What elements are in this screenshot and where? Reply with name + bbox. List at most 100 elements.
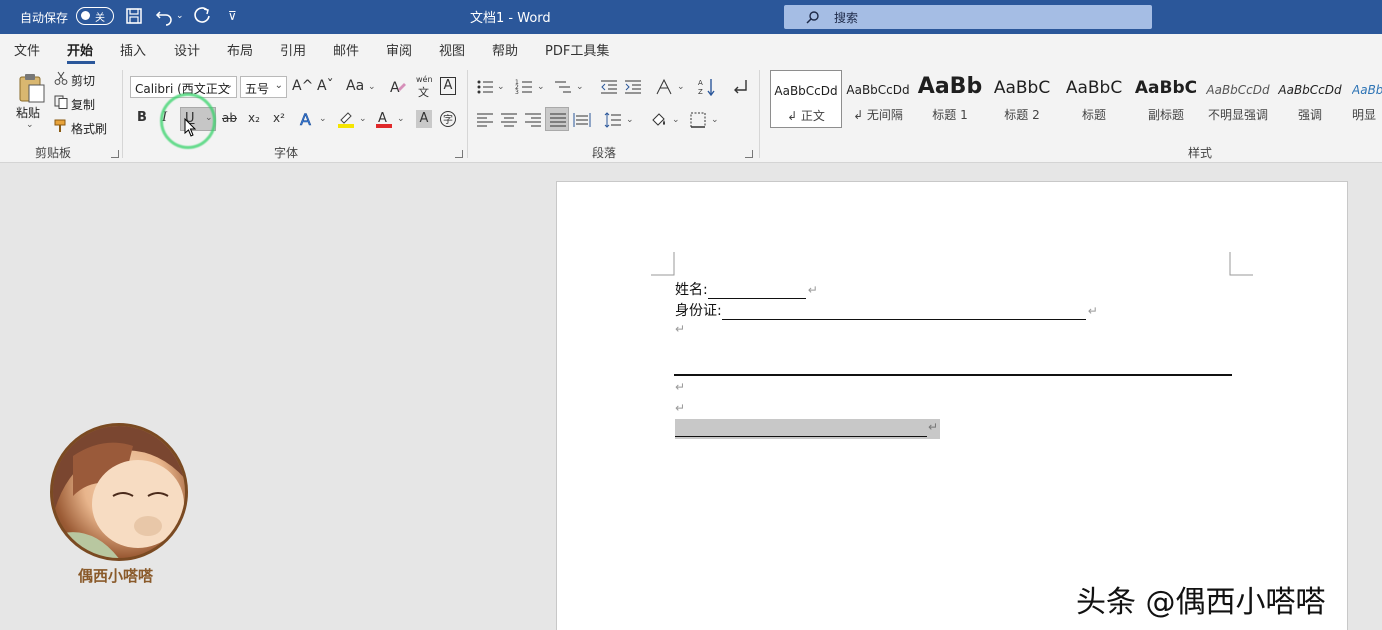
sort-icon[interactable]: AZ bbox=[698, 78, 716, 96]
customize-toolbar-icon[interactable]: ⊽ bbox=[228, 9, 237, 23]
style-name: 标题 2 bbox=[1004, 108, 1040, 122]
style-sample: AaBbCcDd bbox=[1206, 83, 1270, 97]
empty-paragraph[interactable]: ↵ bbox=[675, 379, 685, 395]
subscript-button[interactable]: x₂ bbox=[248, 111, 260, 125]
style-emphasis[interactable]: AaBbCcDd 强调 bbox=[1274, 70, 1346, 128]
cut-icon[interactable] bbox=[54, 71, 68, 85]
chevron-down-icon[interactable]: ⌄ bbox=[537, 82, 545, 92]
shrink-font-icon[interactable]: Aˇ bbox=[317, 78, 334, 94]
text-effects-icon[interactable]: A bbox=[299, 110, 317, 128]
font-color-icon[interactable]: A bbox=[375, 110, 393, 128]
style-normal[interactable]: AaBbCcDd ↲ 正文 bbox=[770, 70, 842, 128]
tab-references[interactable]: 引用 bbox=[280, 40, 306, 59]
style-intense-emphasis[interactable]: AaBb 明显 bbox=[1346, 70, 1382, 128]
horizontal-rule bbox=[674, 374, 1232, 376]
name-line[interactable]: 姓名: ↵ bbox=[675, 279, 818, 299]
tab-mailings[interactable]: 邮件 bbox=[333, 40, 359, 59]
character-shading-icon[interactable]: A bbox=[416, 110, 432, 128]
chevron-down-icon[interactable]: ⌄ bbox=[397, 114, 405, 124]
clear-formatting-icon[interactable]: A bbox=[389, 78, 407, 96]
chevron-down-icon[interactable]: ⌄ bbox=[497, 82, 505, 92]
tab-pdf-tools[interactable]: PDF工具集 bbox=[545, 40, 609, 59]
tab-home[interactable]: 开始 bbox=[67, 40, 93, 59]
borders-icon[interactable] bbox=[689, 111, 707, 129]
empty-paragraph[interactable]: ↵ bbox=[675, 321, 685, 337]
increase-indent-icon[interactable] bbox=[624, 78, 642, 96]
toggle-knob bbox=[81, 11, 90, 20]
style-no-spacing[interactable]: AaBbCcDd ↲ 无间隔 bbox=[842, 70, 914, 128]
format-painter-icon[interactable] bbox=[54, 119, 68, 133]
phonetic-guide-icon[interactable]: 文 bbox=[418, 84, 429, 100]
cut-label[interactable]: 剪切 bbox=[71, 72, 95, 89]
tab-layout[interactable]: 布局 bbox=[227, 40, 253, 59]
style-subtle-emphasis[interactable]: AaBbCcDd 不明显强调 bbox=[1202, 70, 1274, 128]
autosave-toggle[interactable]: 关 bbox=[76, 7, 114, 25]
paste-icon[interactable] bbox=[15, 72, 47, 104]
chevron-down-icon[interactable]: ⌄ bbox=[677, 82, 685, 92]
underline-stroke bbox=[675, 436, 927, 437]
margin-corner-top-left bbox=[651, 252, 675, 276]
bold-button[interactable]: B bbox=[137, 110, 147, 125]
chevron-down-icon[interactable]: ⌄ bbox=[319, 114, 327, 124]
align-center-icon[interactable] bbox=[500, 111, 518, 129]
font-size-combo[interactable]: 五号 ⌄ bbox=[240, 76, 287, 98]
style-title[interactable]: AaBbC 标题 bbox=[1058, 70, 1130, 128]
highlight-color-icon[interactable] bbox=[337, 110, 355, 128]
distributed-icon[interactable] bbox=[573, 111, 591, 129]
show-marks-icon[interactable] bbox=[731, 78, 749, 96]
tab-help[interactable]: 帮助 bbox=[492, 40, 518, 59]
chevron-down-icon[interactable]: ⌄ bbox=[368, 82, 376, 92]
paragraph-launcher-icon[interactable] bbox=[745, 150, 753, 158]
chevron-down-icon[interactable]: ⌄ bbox=[672, 115, 680, 125]
undo-dropdown-icon[interactable]: ⌄ bbox=[176, 11, 184, 21]
style-heading-2[interactable]: AaBbC 标题 2 bbox=[986, 70, 1058, 128]
svg-text:A: A bbox=[378, 111, 387, 126]
undo-icon[interactable] bbox=[154, 6, 174, 26]
chevron-down-icon[interactable]: ⌄ bbox=[711, 115, 719, 125]
justify-button[interactable] bbox=[545, 107, 569, 131]
selected-underline-line[interactable]: ↵ bbox=[675, 419, 940, 439]
bullets-icon[interactable] bbox=[476, 78, 494, 96]
tab-design[interactable]: 设计 bbox=[174, 40, 200, 59]
align-right-icon[interactable] bbox=[524, 111, 542, 129]
group-divider bbox=[122, 70, 123, 158]
style-subtitle[interactable]: AaBbC 副标题 bbox=[1130, 70, 1202, 128]
redo-icon[interactable] bbox=[192, 6, 212, 26]
strikethrough-button[interactable]: ab bbox=[222, 111, 237, 125]
save-icon[interactable] bbox=[124, 6, 144, 26]
line-spacing-icon[interactable] bbox=[604, 111, 622, 129]
copy-icon[interactable] bbox=[54, 95, 68, 109]
search-box[interactable]: 搜索 bbox=[784, 5, 1152, 29]
tab-insert[interactable]: 插入 bbox=[120, 40, 146, 59]
style-sample: AaBbCcDd bbox=[1278, 83, 1342, 97]
numbering-icon[interactable]: 123 bbox=[515, 78, 533, 96]
id-card-line[interactable]: 身份证: ↵ bbox=[675, 300, 1098, 320]
character-border-icon[interactable]: A bbox=[440, 77, 456, 95]
superscript-button[interactable]: x² bbox=[273, 111, 285, 125]
paste-label[interactable]: 粘贴 bbox=[16, 104, 40, 121]
shading-icon[interactable] bbox=[650, 111, 668, 129]
grow-font-icon[interactable]: A^ bbox=[292, 78, 313, 94]
chevron-down-icon[interactable]: ⌄ bbox=[359, 114, 367, 124]
chevron-down-icon[interactable]: ⌄ bbox=[626, 115, 634, 125]
margin-corner-top-right bbox=[1229, 252, 1253, 276]
multilevel-list-icon[interactable] bbox=[554, 78, 572, 96]
align-left-icon[interactable] bbox=[476, 111, 494, 129]
paste-dropdown-icon[interactable]: ⌄ bbox=[26, 120, 34, 130]
chevron-down-icon[interactable]: ⌄ bbox=[576, 82, 584, 92]
format-painter-label[interactable]: 格式刷 bbox=[71, 120, 107, 137]
decrease-indent-icon[interactable] bbox=[600, 78, 618, 96]
tab-review[interactable]: 审阅 bbox=[386, 40, 412, 59]
copy-label[interactable]: 复制 bbox=[71, 96, 95, 113]
empty-paragraph[interactable]: ↵ bbox=[675, 400, 685, 416]
group-divider bbox=[759, 70, 760, 158]
tab-file[interactable]: 文件 bbox=[14, 40, 40, 59]
change-case-icon[interactable]: Aa bbox=[346, 78, 364, 94]
asian-layout-icon[interactable] bbox=[655, 78, 673, 96]
tab-view[interactable]: 视图 bbox=[439, 40, 465, 59]
enclose-characters-icon[interactable]: 字 bbox=[439, 110, 457, 128]
clipboard-launcher-icon[interactable] bbox=[111, 150, 119, 158]
document-page[interactable]: 姓名: ↵ 身份证: ↵ ↵ ↵ ↵ ↵ bbox=[556, 181, 1348, 630]
style-heading-1[interactable]: AaBb 标题 1 bbox=[914, 70, 986, 128]
font-launcher-icon[interactable] bbox=[455, 150, 463, 158]
